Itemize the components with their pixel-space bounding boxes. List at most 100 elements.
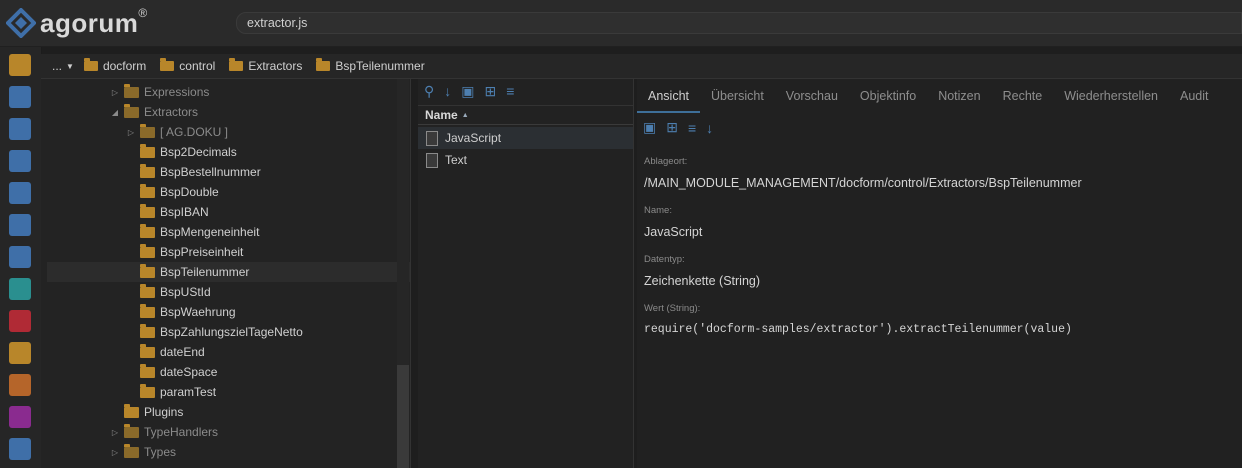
tab-rechte[interactable]: Rechte [992,85,1054,113]
add-icon[interactable]: ⊞ [666,119,678,136]
expand-arrow-icon[interactable]: ▷ [126,128,136,137]
breadcrumb-item[interactable]: control [160,58,216,73]
logo-text: agorum [40,7,139,38]
folder-icon [124,423,139,438]
folder-purple-icon[interactable] [9,406,31,428]
search-box[interactable] [236,12,1242,34]
tree-item[interactable]: ▷ Types [110,442,393,462]
folder-icon[interactable] [9,54,31,76]
list-column-header-name[interactable]: Name ▲ [418,105,633,125]
list-item[interactable]: JavaScript [418,127,633,149]
tree-item[interactable]: BspUStId [126,282,393,302]
arrow-down-icon[interactable]: ↓ [706,120,713,136]
list-icon[interactable] [9,246,31,268]
tree-item[interactable]: BspPreiseinheit [126,242,393,262]
tab-vorschau[interactable]: Vorschau [775,85,849,113]
field-value: Zeichenkette (String) [644,274,761,288]
object-list: ⚲ ↓ ▣ ⊞ ≡ Name ▲ JavaScript Text [418,79,634,468]
folder-icon [140,183,155,198]
folder-add-icon[interactable]: ▣ [461,83,474,100]
list-toolbar: ⚲ ↓ ▣ ⊞ ≡ [418,79,633,103]
tree-item[interactable]: BspIBAN [126,202,393,222]
breadcrumb-item-label: control [179,59,216,73]
expand-arrow-icon[interactable]: ▷ [110,448,120,457]
tree-item-label: BspWaehrung [160,305,236,319]
folder-icon [83,58,98,71]
clipboard-icon[interactable] [9,150,31,172]
tree-item[interactable]: paramTest [126,382,393,402]
tree-item-label: TypeHandlers [144,425,219,439]
tree-item-label: dateEnd [160,345,205,359]
tree-item[interactable]: ▷ [ AG.DOKU ] [126,122,393,142]
tree-item[interactable]: BspMengeneinheit [126,222,393,242]
breadcrumb: ... ▼ docform control Extractors BspTeilenu… [41,54,1242,79]
field-value: require('docform-samples/extractor').ext… [644,323,1072,336]
tab-objektinfo[interactable]: Objektinfo [849,85,927,113]
tree-item[interactable]: dateEnd [126,342,393,362]
folder-user-icon[interactable] [9,86,31,108]
folder-search-icon[interactable] [9,342,31,364]
tree-item[interactable]: dateSpace [126,362,393,382]
tree-item[interactable]: Plugins [110,402,393,422]
plugin-icon[interactable] [9,310,31,332]
breadcrumb-menu-button[interactable]: ... ▼ [52,59,74,73]
field-value: JavaScript [644,225,703,239]
folder-tree[interactable]: ▷ Expressions ◢ Extractors ▷ [ AG.DOKU ] Bsp2D… [41,79,411,468]
search-doc-icon[interactable] [9,278,31,300]
expand-arrow-icon[interactable]: ◢ [110,108,120,117]
arrow-down-icon[interactable]: ↓ [444,83,451,99]
tree-item-label: [ AG.DOKU ] [160,125,229,139]
folder-icon [140,223,155,238]
app-logo[interactable]: agorum ® [6,6,147,40]
tree-item[interactable]: Bsp2Decimals [126,142,393,162]
tree-item-label: Expressions [144,85,210,99]
logo-registered-mark: ® [138,6,148,20]
tree-item[interactable]: ◢ Extractors [110,102,393,122]
breadcrumb-item[interactable]: docform [83,58,147,73]
expand-arrow-icon[interactable]: ▷ [110,428,120,437]
expand-arrow-icon[interactable]: ▷ [110,88,120,97]
tree-item[interactable]: BspBestellnummer [126,162,393,182]
tab--bersicht[interactable]: Übersicht [700,85,775,113]
folder-icon [140,343,155,358]
tree-item[interactable]: BspTeilenummer [47,262,410,282]
search-input[interactable] [237,13,757,33]
robot-icon[interactable] [9,214,31,236]
tree-item[interactable]: BspZahlungszielTageNetto [126,322,393,342]
add-icon[interactable]: ⊞ [485,83,497,100]
list-add-icon[interactable]: ≡ [506,83,514,99]
chevron-down-icon: ▼ [66,61,74,71]
tree-item-label: BspUStId [160,285,211,299]
grid-icon[interactable] [9,118,31,140]
tree-item[interactable]: BspDouble [126,182,393,202]
list-item[interactable]: Text [418,149,633,171]
breadcrumb-item[interactable]: Extractors [229,58,302,73]
folder-icon [140,303,155,318]
agorum-logo-icon [6,8,36,38]
tab-notizen[interactable]: Notizen [927,85,991,113]
trash-icon[interactable] [9,182,31,204]
document-icon [426,152,438,168]
document-settings-icon[interactable] [9,438,31,460]
breadcrumb-item-label: docform [102,59,147,73]
tree-item[interactable]: ▷ Expressions [110,82,393,102]
folder-add-icon[interactable]: ▣ [643,119,656,136]
folder-icon [140,203,155,218]
tab-ansicht[interactable]: Ansicht [637,85,700,113]
folder-icon [124,403,139,418]
folder-icon [140,323,155,338]
detail-panel: Ansicht Übersicht Vorschau Objektinfo Notize… [637,79,1242,468]
tab-wiederherstellen[interactable]: Wiederherstellen [1053,85,1169,113]
search-icon[interactable]: ⚲ [424,83,434,100]
tree-item[interactable]: BspWaehrung [126,302,393,322]
tree-item[interactable]: ▷ TypeHandlers [110,422,393,442]
workflow-icon[interactable] [9,374,31,396]
field-label: Wert (String): [644,303,701,314]
field-label: Name: [644,205,672,216]
folder-icon [124,443,139,458]
tab-audit[interactable]: Audit [1169,85,1220,113]
list-add-icon[interactable]: ≡ [688,120,696,136]
tree-scrollbar-thumb[interactable] [397,365,409,468]
breadcrumb-item[interactable]: BspTeilenummer [316,58,425,73]
folder-icon [140,243,155,258]
